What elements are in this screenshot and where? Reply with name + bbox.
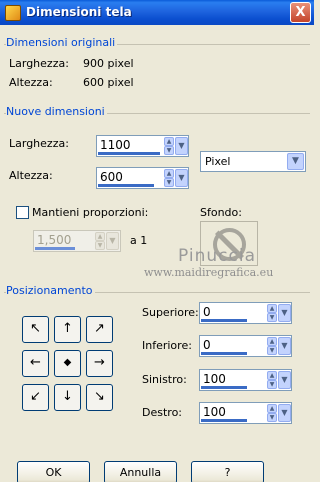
position-top-right-button[interactable]: ↗ xyxy=(86,316,113,343)
ratio-suffix: a 1 xyxy=(130,234,148,247)
unit-select[interactable]: Pixel ▼ xyxy=(200,151,306,172)
watermark-url: www.maidiregrafica.eu xyxy=(144,266,274,279)
top-spinner[interactable]: 0 ▲ ▼ ▼ xyxy=(199,302,292,324)
position-left-button[interactable]: ← xyxy=(22,350,49,377)
positioning-heading: Posizionamento xyxy=(6,284,95,297)
position-right-button[interactable]: → xyxy=(86,350,113,377)
ratio-up-down-icon: ▲ ▼ xyxy=(95,232,105,250)
bottom-spinner[interactable]: 0 ▲ ▼ ▼ xyxy=(199,335,292,357)
left-chevron-down-icon[interactable]: ▼ xyxy=(278,371,291,389)
bottom-value: 0 xyxy=(203,338,211,352)
right-slider-bar[interactable] xyxy=(201,419,247,422)
original-height-value: 600 pixel xyxy=(83,76,134,89)
new-dimensions-heading: Nuove dimensioni xyxy=(6,105,107,118)
original-width-value: 900 pixel xyxy=(83,57,134,70)
watermark-name: Pinuccia xyxy=(178,246,256,266)
height-chevron-down-icon[interactable]: ▼ xyxy=(175,169,188,187)
position-center-button[interactable]: ◆ xyxy=(54,350,81,377)
left-value: 100 xyxy=(203,372,226,386)
bottom-chevron-down-icon[interactable]: ▼ xyxy=(278,337,291,355)
keep-proportions-checkbox[interactable] xyxy=(16,206,29,219)
right-up-down-icon[interactable]: ▲ ▼ xyxy=(267,404,277,422)
ratio-chevron-down-icon: ▼ xyxy=(106,232,119,250)
background-label: Sfondo: xyxy=(200,206,242,219)
chevron-down-icon[interactable]: ▼ xyxy=(287,153,304,170)
bottom-slider-bar[interactable] xyxy=(201,352,247,355)
height-spinner[interactable]: 600 ▲ ▼ ▼ xyxy=(96,167,189,189)
top-chevron-down-icon[interactable]: ▼ xyxy=(278,304,291,322)
height-slider-bar[interactable] xyxy=(98,184,154,187)
new-width-label: Larghezza: xyxy=(9,137,69,150)
left-up-down-icon[interactable]: ▲ ▼ xyxy=(267,371,277,389)
original-width-label: Larghezza: xyxy=(9,57,69,70)
right-label: Destro: xyxy=(142,406,182,419)
ratio-spinner: 1,500 ▲ ▼ ▼ xyxy=(33,230,121,252)
position-bottom-right-button[interactable]: ↘ xyxy=(86,384,113,411)
position-top-button[interactable]: ↑ xyxy=(54,316,81,343)
help-button[interactable]: ? xyxy=(191,461,264,482)
bottom-up-down-icon[interactable]: ▲ ▼ xyxy=(267,337,277,355)
keep-proportions-label[interactable]: Mantieni proporzioni: xyxy=(32,206,148,219)
window-title: Dimensioni tela xyxy=(26,5,132,19)
left-label: Sinistro: xyxy=(142,373,187,386)
cancel-button[interactable]: Annulla xyxy=(104,461,177,482)
width-spinner[interactable]: 1100 ▲ ▼ ▼ xyxy=(96,135,189,157)
ratio-slider-bar xyxy=(35,247,75,250)
top-up-down-icon[interactable]: ▲ ▼ xyxy=(267,304,277,322)
right-chevron-down-icon[interactable]: ▼ xyxy=(278,404,291,422)
app-icon xyxy=(5,5,21,21)
left-spinner[interactable]: 100 ▲ ▼ ▼ xyxy=(199,369,292,391)
position-bottom-left-button[interactable]: ↙ xyxy=(22,384,49,411)
new-height-label: Altezza: xyxy=(9,169,53,182)
bottom-label: Inferiore: xyxy=(142,339,192,352)
position-bottom-button[interactable]: ↓ xyxy=(54,384,81,411)
original-height-label: Altezza: xyxy=(9,76,53,89)
ratio-value: 1,500 xyxy=(37,233,72,247)
top-slider-bar[interactable] xyxy=(201,319,247,322)
width-chevron-down-icon[interactable]: ▼ xyxy=(175,137,188,155)
width-value: 1100 xyxy=(100,138,131,152)
left-slider-bar[interactable] xyxy=(201,386,247,389)
close-button[interactable]: X xyxy=(290,2,311,23)
right-value: 100 xyxy=(203,405,226,419)
position-top-left-button[interactable]: ↖ xyxy=(22,316,49,343)
height-up-down-icon[interactable]: ▲ ▼ xyxy=(164,169,174,187)
width-slider-bar[interactable] xyxy=(98,152,160,155)
width-up-down-icon[interactable]: ▲ ▼ xyxy=(164,137,174,155)
top-value: 0 xyxy=(203,305,211,319)
original-dimensions-heading: Dimensioni originali xyxy=(6,36,118,49)
title-bar[interactable]: Dimensioni tela X xyxy=(0,0,314,25)
ok-button[interactable]: OK xyxy=(17,461,90,482)
top-label: Superiore: xyxy=(142,306,199,319)
right-spinner[interactable]: 100 ▲ ▼ ▼ xyxy=(199,402,292,424)
height-value: 600 xyxy=(100,170,123,184)
unit-value: Pixel xyxy=(205,155,231,168)
